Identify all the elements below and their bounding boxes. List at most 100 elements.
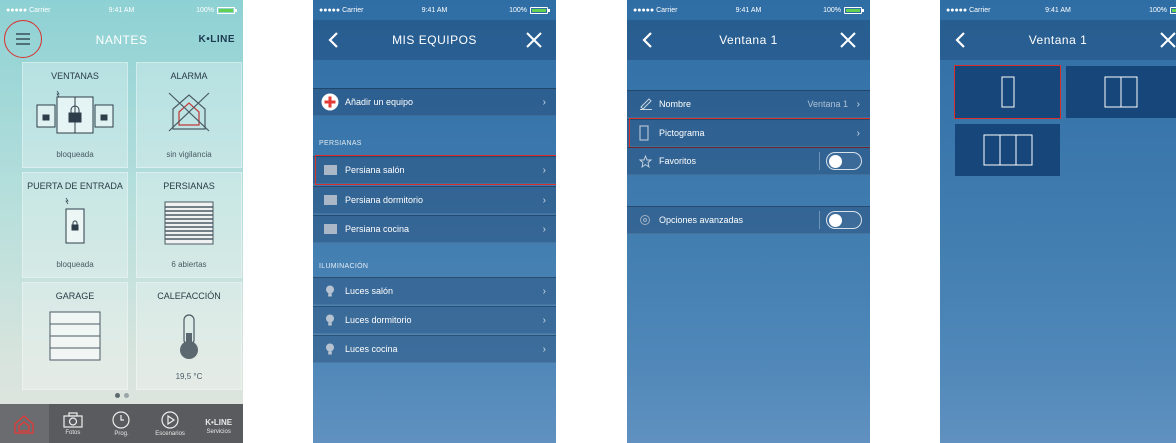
favoritos-label: Favoritos xyxy=(659,156,697,166)
brand-logo: K•LINE xyxy=(198,34,235,45)
ventana-navbar: Ventana 1 xyxy=(627,20,870,60)
highlight-box xyxy=(629,118,870,148)
bulb-icon xyxy=(326,343,334,355)
close-button[interactable] xyxy=(1156,28,1176,52)
close-button[interactable] xyxy=(836,28,860,52)
tile-ventanas[interactable]: VENTANAS bloqueada xyxy=(22,62,128,168)
back-button[interactable] xyxy=(948,28,972,52)
window-lock-icon xyxy=(23,87,127,135)
tab-home[interactable] xyxy=(0,404,49,443)
menu-button[interactable] xyxy=(4,20,42,58)
list-item-label: Luces salón xyxy=(345,286,394,296)
pictogram-option[interactable] xyxy=(1066,66,1176,118)
play-icon xyxy=(161,410,179,429)
ventana-settings-screen: ●●●●● Carrier 9:41 AM 100% Ventana 1 Nom… xyxy=(627,0,870,443)
tab-label: Escenarios xyxy=(155,430,185,437)
close-icon xyxy=(1160,32,1176,48)
nombre-value: Ventana 1 xyxy=(807,99,848,109)
tab-label: Fotos xyxy=(65,429,81,436)
tile-garage[interactable]: GARAGE xyxy=(22,282,128,390)
list-item-label: Luces dormitorio xyxy=(345,315,412,325)
tile-status: sin vigilancia xyxy=(166,150,212,159)
tab-fotos[interactable]: Fotos xyxy=(49,404,98,443)
list-item-persiana[interactable]: Persiana dormitorio › xyxy=(313,186,556,214)
favoritos-row: Favoritos xyxy=(627,147,870,175)
chevron-left-icon xyxy=(642,32,652,48)
gear-icon xyxy=(640,215,650,225)
tile-alarma[interactable]: ALARMA sin vigilancia xyxy=(136,62,242,168)
thermometer-icon xyxy=(137,313,241,361)
tab-label: Servicios xyxy=(206,428,231,435)
kline-logo-icon: K•LINE xyxy=(205,417,233,427)
bulb-icon xyxy=(326,314,334,326)
back-button[interactable] xyxy=(321,28,345,52)
close-icon xyxy=(840,32,856,48)
page-indicator[interactable] xyxy=(0,393,243,398)
tile-status: 6 abiertas xyxy=(171,260,207,269)
opciones-toggle[interactable] xyxy=(826,211,862,229)
tile-label: PERSIANAS xyxy=(163,181,215,191)
double-pane-window-icon xyxy=(1104,76,1138,108)
tile-status: 19,5 °C xyxy=(175,372,203,381)
tile-calefaccion[interactable]: CALEFACCIÓN 19,5 °C xyxy=(136,282,242,390)
door-lock-icon xyxy=(23,195,127,247)
close-icon xyxy=(526,32,542,48)
camera-icon xyxy=(63,411,83,428)
triple-pane-window-icon xyxy=(983,134,1032,166)
selected-highlight-box xyxy=(954,65,1061,119)
nombre-row[interactable]: Nombre Ventana 1 › xyxy=(627,90,870,118)
chevron-left-icon xyxy=(955,32,965,48)
back-button[interactable] xyxy=(635,28,659,52)
page-dot xyxy=(114,393,120,398)
list-item-luz[interactable]: Luces cocina › xyxy=(313,335,556,363)
add-device-row[interactable]: Añadir un equipo › xyxy=(313,88,556,116)
page-title: Ventana 1 xyxy=(719,33,778,47)
pictograma-picker-screen: ●●●●● Carrier 9:41 AM 100% Ventana 1 xyxy=(940,0,1176,443)
list-item-luz[interactable]: Luces dormitorio › xyxy=(313,306,556,334)
tile-status: bloqueada xyxy=(56,150,94,159)
highlight-box xyxy=(315,155,556,185)
page-title: MIS EQUIPOS xyxy=(392,33,477,47)
status-bar: ●●●●● Carrier 9:41 AM 100% xyxy=(940,0,1176,20)
tile-puerta[interactable]: PUERTA DE ENTRADA bloqueada xyxy=(22,172,128,278)
tab-label: Prog. xyxy=(114,430,129,437)
tile-status: bloqueada xyxy=(56,260,94,269)
clock: 9:41 AM xyxy=(1045,6,1071,14)
favoritos-toggle[interactable] xyxy=(826,152,862,170)
nombre-label: Nombre xyxy=(659,99,692,109)
chevron-right-icon: › xyxy=(542,343,546,355)
alarm-house-icon xyxy=(137,89,241,133)
status-bar: ●●●●● Carrier 9:41 AM 100% xyxy=(0,0,243,20)
tab-servicios[interactable]: K•LINE Servicios xyxy=(194,404,243,443)
tab-bar: Fotos Prog. Escenarios K•LINE Servicios xyxy=(0,404,243,443)
list-item-luz[interactable]: Luces salón › xyxy=(313,277,556,305)
list-item-label: Persiana cocina xyxy=(345,224,410,234)
battery-icon xyxy=(530,6,550,14)
chevron-right-icon: › xyxy=(856,98,860,110)
tile-label: PUERTA DE ENTRADA xyxy=(27,181,123,191)
tile-label: VENTANAS xyxy=(51,71,99,81)
chevron-right-icon: › xyxy=(542,194,546,206)
bulb-icon xyxy=(326,285,334,297)
battery-label: 100% xyxy=(196,6,214,14)
chevron-right-icon: › xyxy=(542,223,546,235)
list-item-persiana[interactable]: Persiana cocina › xyxy=(313,215,556,243)
tile-label: GARAGE xyxy=(55,291,95,301)
page-title: Ventana 1 xyxy=(1028,33,1088,47)
tab-escenarios[interactable]: Escenarios xyxy=(146,404,195,443)
add-device-label: Añadir un equipo xyxy=(345,97,414,107)
opciones-label: Opciones avanzadas xyxy=(659,215,744,225)
chevron-left-icon xyxy=(328,32,338,48)
equipos-navbar: MIS EQUIPOS xyxy=(313,20,556,60)
pencil-icon xyxy=(640,98,652,110)
battery-label: 100% xyxy=(1149,6,1167,14)
pictogram-option[interactable] xyxy=(955,124,1060,176)
tab-prog[interactable]: Prog. xyxy=(97,404,146,443)
star-icon xyxy=(639,154,652,168)
chevron-right-icon: › xyxy=(542,96,546,108)
shutter-icon xyxy=(137,201,241,245)
list-item-label: Luces cocina xyxy=(345,344,398,354)
tile-label: ALARMA xyxy=(170,71,208,81)
close-button[interactable] xyxy=(522,28,546,52)
tile-persianas[interactable]: PERSIANAS 6 abiertas xyxy=(136,172,242,278)
